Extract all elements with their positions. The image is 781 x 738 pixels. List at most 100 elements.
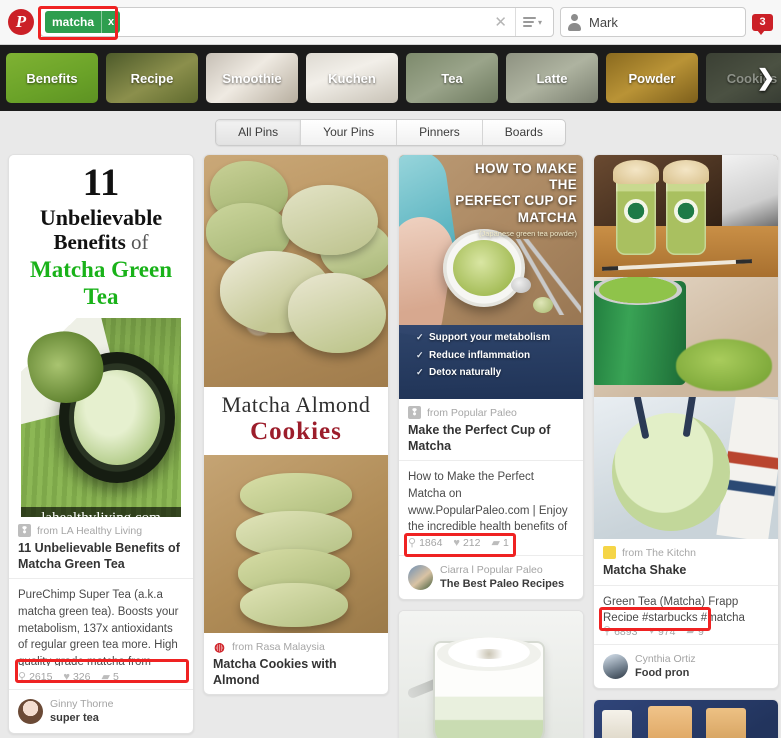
search-filter-menu-button[interactable]: ▾	[514, 8, 549, 36]
category-kuchen[interactable]: Kuchen	[306, 53, 398, 103]
pin-card-jars[interactable]	[593, 698, 779, 738]
pin-image-benefits[interactable]: 11 Unbelievable Benefits of Matcha Green…	[9, 155, 193, 517]
category-next-arrow-icon[interactable]: ❯	[757, 67, 775, 89]
notifications-badge[interactable]: 3	[752, 13, 773, 35]
pin-title[interactable]: Matcha Shake	[603, 563, 769, 579]
pin-source[interactable]: ◍ from Rasa Malaysia	[213, 639, 379, 654]
pin-column-2: Matcha Almond Cookies ◍ from Rasa Malays…	[203, 154, 389, 696]
search-input[interactable]	[120, 9, 487, 35]
pin-source[interactable]: ❢ from LA Healthy Living	[18, 524, 184, 537]
pin-image-shake-glass[interactable]	[594, 397, 778, 539]
pin-title[interactable]: Make the Perfect Cup of Matcha	[408, 423, 574, 454]
pin-source[interactable]: ❢ from Popular Paleo	[408, 406, 574, 419]
powder-pile-shape	[676, 339, 772, 391]
pin-card-matcha-shake[interactable]: from The Kitchn Matcha Shake Green Tea (…	[593, 154, 779, 689]
repin-stat[interactable]: ⚲ 6893	[603, 626, 637, 638]
pin-image-frappuccino[interactable]	[594, 155, 778, 277]
frappuccino-cup-shape	[663, 160, 709, 255]
jar-shape	[602, 709, 632, 738]
pin-card-benefits[interactable]: 11 Unbelievable Benefits of Matcha Green…	[8, 154, 194, 735]
comment-stat[interactable]: ▰ 5	[101, 671, 118, 683]
heart-icon: ♥	[453, 536, 460, 549]
category-smoothie[interactable]: Smoothie	[206, 53, 298, 103]
pinner-name[interactable]: Cynthia Ortiz	[635, 652, 696, 666]
cookie-shape	[240, 583, 348, 627]
category-recipe[interactable]: Recipe	[106, 53, 198, 103]
like-stat[interactable]: ♥ 326	[63, 671, 90, 683]
poster-watermark: lahealthyliving.com	[21, 506, 181, 517]
pin-image-matcha-powder[interactable]	[594, 277, 778, 397]
favicon-icon: ◍	[213, 639, 226, 654]
pin-card-perfect-cup[interactable]: HOW TO MAKE THE PERFECT CUP OF MATCHA (J…	[398, 154, 584, 601]
pin-grid: 11 Unbelievable Benefits of Matcha Green…	[0, 154, 781, 738]
jar-shape	[648, 705, 692, 738]
poster-bullet-band: Support your metabolism Reduce inflammat…	[399, 325, 583, 399]
tab-pinners[interactable]: Pinners	[396, 120, 482, 145]
pinner-name[interactable]: Ciarra l Popular Paleo	[440, 563, 564, 577]
heart-icon: ♥	[648, 625, 655, 638]
like-stat[interactable]: ♥ 974	[648, 626, 675, 638]
user-menu[interactable]: Mark	[560, 7, 746, 37]
poster-line3: Benefits of	[13, 230, 189, 255]
pin-stats: ⚲ 1864 ♥ 212 ▰ 1	[399, 532, 583, 555]
comment-stat[interactable]: ▰ 9	[686, 626, 703, 638]
like-count: 974	[657, 625, 676, 638]
category-tea[interactable]: Tea	[406, 53, 498, 103]
category-strip: Benefits Recipe Smoothie Kuchen Tea Latt…	[0, 45, 781, 111]
tab-your-pins[interactable]: Your Pins	[300, 120, 396, 145]
pin-column-4: from The Kitchn Matcha Shake Green Tea (…	[593, 154, 779, 738]
tab-boards[interactable]: Boards	[481, 120, 565, 145]
category-latte[interactable]: Latte	[506, 53, 598, 103]
board-name[interactable]: Food pron	[635, 666, 696, 681]
poster-line4: Matcha Green	[29, 257, 172, 283]
pin-card-matcha-latte[interactable]	[398, 610, 584, 738]
search-tag-remove-icon[interactable]: x	[101, 11, 120, 33]
poster-bullet: Reduce inflammation	[416, 350, 577, 362]
board-name[interactable]: super tea	[50, 711, 113, 726]
favicon-icon: ❢	[408, 406, 421, 419]
category-label: Kuchen	[328, 70, 376, 86]
pin-title[interactable]: 11 Unbelievable Benefits of Matcha Green…	[18, 541, 184, 572]
pin-description-text: How to Make the Perfect Matcha on www.Po…	[408, 471, 568, 533]
repin-count: 2615	[29, 671, 53, 684]
pin-image-jars[interactable]	[594, 699, 778, 738]
board-name[interactable]: The Best Paleo Recipes	[440, 577, 564, 592]
avatar	[603, 653, 628, 679]
tab-group: All Pins Your Pins Pinners Boards	[215, 119, 566, 146]
comment-count: 1	[502, 537, 509, 550]
clear-search-icon[interactable]: ✕	[486, 13, 515, 31]
poster-line3-bold: Benefits	[53, 230, 126, 255]
pin-image-howto[interactable]: HOW TO MAKE THE PERFECT CUP OF MATCHA (J…	[399, 155, 583, 399]
pin-title[interactable]: Matcha Cookies with Almond	[213, 657, 379, 688]
pinterest-logo-icon[interactable]: P	[8, 9, 34, 35]
pinner-row[interactable]: Ciarra l Popular Paleo The Best Paleo Re…	[399, 555, 583, 599]
caption-line2: Cookies	[250, 418, 342, 445]
repin-icon: ⚲	[408, 536, 417, 549]
pin-image-cookies-bottom[interactable]	[204, 455, 388, 633]
repin-stat[interactable]: ⚲ 2615	[18, 671, 52, 683]
pinner-name[interactable]: Ginny Thorne	[50, 697, 113, 711]
frappuccino-cup-shape	[613, 160, 659, 255]
pin-description: How to Make the Perfect Matcha on www.Po…	[399, 460, 583, 532]
pinner-row[interactable]: Ginny Thorne super tea	[9, 689, 193, 733]
search-bar[interactable]: matcha x ✕ ▾	[40, 7, 554, 37]
caption-line1: Matcha Almond	[221, 392, 371, 417]
pin-source[interactable]: from The Kitchn	[603, 546, 769, 559]
search-tag-matcha[interactable]: matcha x	[45, 11, 121, 33]
pin-image-cookies-top[interactable]	[204, 155, 388, 387]
pin-card-matcha-almond-cookies[interactable]: Matcha Almond Cookies ◍ from Rasa Malays…	[203, 154, 389, 696]
category-benefits[interactable]: Benefits	[6, 53, 98, 103]
comment-count: 9	[697, 625, 704, 638]
like-stat[interactable]: ♥ 212	[453, 537, 480, 549]
tab-all-pins[interactable]: All Pins	[216, 120, 301, 145]
tabs-row: All Pins Your Pins Pinners Boards	[0, 111, 781, 154]
pinner-row[interactable]: Cynthia Ortiz Food pron	[594, 643, 778, 688]
comment-stat[interactable]: ▰ 1	[491, 537, 508, 549]
comment-count: 5	[112, 671, 119, 684]
pin-image-latte[interactable]	[399, 611, 583, 738]
pin-description-text: PureChimp Super Tea (a.k.a matcha green …	[18, 589, 179, 667]
category-powder[interactable]: Powder	[606, 53, 698, 103]
repin-stat[interactable]: ⚲ 1864	[408, 537, 442, 549]
jar-shape	[706, 707, 746, 738]
pin-meta: ◍ from Rasa Malaysia Matcha Cookies with…	[204, 633, 388, 694]
